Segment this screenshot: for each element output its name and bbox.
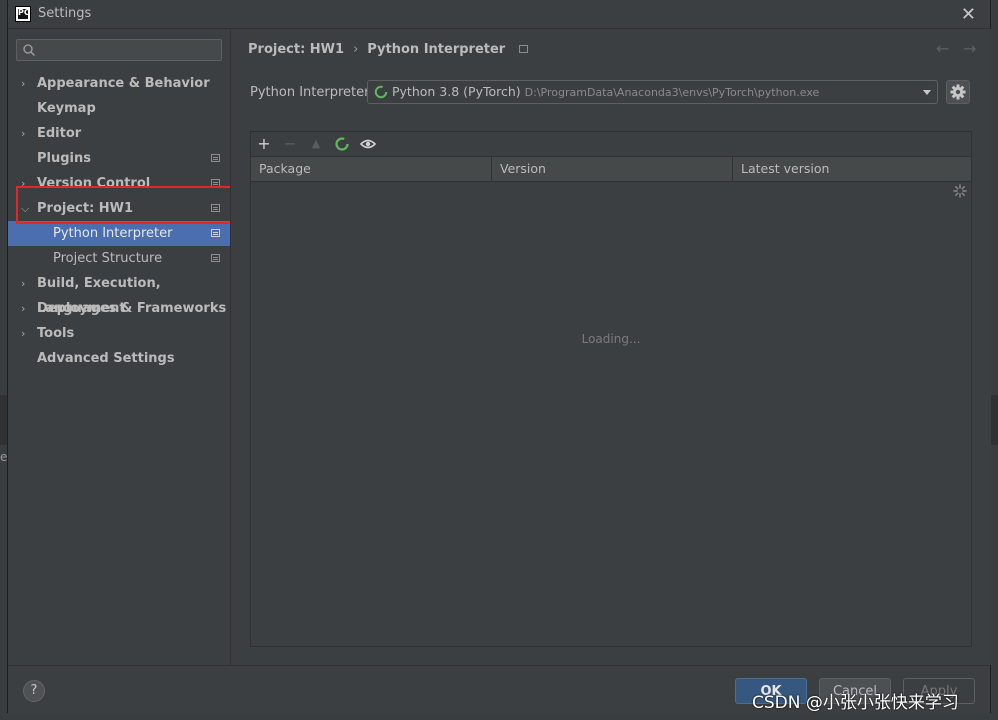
sidebar-item-label: Tools [37, 326, 75, 341]
apply-button[interactable]: Apply [903, 678, 975, 704]
sidebar-item-keymap[interactable]: Keymap [8, 96, 230, 121]
sidebar-item-tools[interactable]: › Tools [8, 321, 230, 346]
sidebar-item-label: Plugins [37, 151, 91, 166]
packages-table-header: Package Version Latest version [251, 156, 971, 182]
interpreter-name: Python 3.8 (PyTorch) [392, 84, 521, 99]
loading-spinner-icon [953, 184, 967, 198]
chevron-right-icon[interactable]: › [21, 321, 31, 346]
project-scope-icon [211, 204, 220, 212]
breadcrumb: Project: HW1 › Python Interpreter [248, 42, 529, 57]
close-icon[interactable]: ✕ [961, 4, 976, 25]
sidebar-item-label: Advanced Settings [37, 351, 175, 366]
cancel-button[interactable]: Cancel [819, 678, 891, 704]
sidebar-item-label: Editor [37, 126, 82, 141]
help-button[interactable]: ? [23, 680, 45, 702]
sidebar-item-label: Project: HW1 [37, 201, 134, 216]
back-arrow-icon[interactable]: ← [936, 39, 949, 58]
chevron-down-icon [923, 90, 931, 95]
breadcrumb-separator: › [353, 42, 359, 57]
interpreter-settings-button[interactable] [946, 80, 970, 104]
dialog-footer: ? OK Cancel Apply [8, 665, 990, 713]
sidebar-item-advanced-settings[interactable]: Advanced Settings [8, 346, 230, 371]
interpreter-loading-icon [374, 85, 388, 99]
project-scope-icon [211, 254, 220, 262]
sidebar-item-project-structure[interactable]: Project Structure [8, 246, 230, 271]
interpreter-label: Python Interpreter: [250, 85, 374, 100]
loading-status: Loading... [581, 332, 641, 346]
settings-sidebar: › Appearance & Behavior Keymap › Editor Plugi… [8, 29, 230, 665]
chevron-down-icon[interactable]: ⌵ [21, 196, 31, 221]
project-scope-icon [211, 154, 220, 162]
sidebar-item-appearance-behavior[interactable]: › Appearance & Behavior [8, 71, 230, 96]
window-title: Settings [38, 6, 92, 21]
sidebar-item-languages-frameworks[interactable]: › Languages & Frameworks [8, 296, 230, 321]
project-scope-icon [211, 179, 220, 187]
sidebar-item-build-execution-deployment[interactable]: › Build, Execution, Deployment [8, 271, 230, 316]
ok-button[interactable]: OK [735, 678, 807, 704]
chevron-right-icon[interactable]: › [21, 171, 31, 196]
sidebar-item-label: Languages & Frameworks [37, 301, 227, 316]
packages-panel: + − ▲ Package Version Latest version Loa… [250, 131, 972, 647]
settings-dialog: PC Settings ✕ › Appearance & Behavior Keym… [8, 0, 991, 713]
title-bar[interactable]: PC Settings ✕ [8, 0, 990, 29]
column-header-version[interactable]: Version [492, 157, 733, 181]
sidebar-item-label: Python Interpreter [53, 226, 173, 241]
packages-toolbar: + − ▲ [251, 132, 971, 156]
sidebar-item-label: Project Structure [53, 251, 163, 266]
search-icon [23, 44, 35, 56]
column-header-latest-version[interactable]: Latest version [733, 157, 971, 181]
interpreter-value: Python 3.8 (PyTorch) D:\ProgramData\Anaco… [392, 84, 819, 99]
sidebar-item-label: Appearance & Behavior [37, 76, 210, 91]
add-package-icon[interactable]: + [255, 135, 273, 153]
gear-icon [950, 84, 966, 100]
sidebar-item-label: Keymap [37, 101, 96, 116]
project-scope-icon [519, 44, 529, 53]
sidebar-item-python-interpreter[interactable]: Python Interpreter [8, 221, 230, 246]
upgrade-package-icon[interactable]: ▲ [307, 135, 325, 153]
chevron-right-icon[interactable]: › [21, 296, 31, 321]
breadcrumb-project: Project: HW1 [248, 42, 345, 57]
pycharm-logo-icon: PC [15, 6, 31, 22]
eye-icon[interactable] [359, 135, 377, 153]
interpreter-dropdown[interactable]: Python 3.8 (PyTorch) D:\ProgramData\Anaco… [367, 80, 938, 104]
project-scope-icon [211, 229, 220, 237]
remove-package-icon[interactable]: − [281, 135, 299, 153]
chevron-right-icon[interactable]: › [21, 71, 31, 96]
settings-search-input[interactable] [16, 39, 222, 61]
sidebar-item-version-control[interactable]: › Version Control [8, 171, 230, 196]
sidebar-item-plugins[interactable]: Plugins [8, 146, 230, 171]
content-pane: Project: HW1 › Python Interpreter ← → Pyth… [230, 29, 991, 665]
breadcrumb-page: Python Interpreter [367, 42, 506, 57]
forward-arrow-icon[interactable]: → [963, 39, 976, 58]
chevron-right-icon[interactable]: › [21, 121, 31, 146]
sidebar-item-editor[interactable]: › Editor [8, 121, 230, 146]
chevron-right-icon[interactable]: › [21, 271, 31, 296]
sidebar-item-project-hw1[interactable]: ⌵ Project: HW1 [8, 196, 230, 221]
column-header-package[interactable]: Package [251, 157, 492, 181]
interpreter-path: D:\ProgramData\Anaconda3\envs\PyTorch\py… [524, 86, 820, 99]
refresh-loading-icon[interactable] [333, 135, 351, 153]
sidebar-item-label: Version Control [37, 176, 151, 191]
